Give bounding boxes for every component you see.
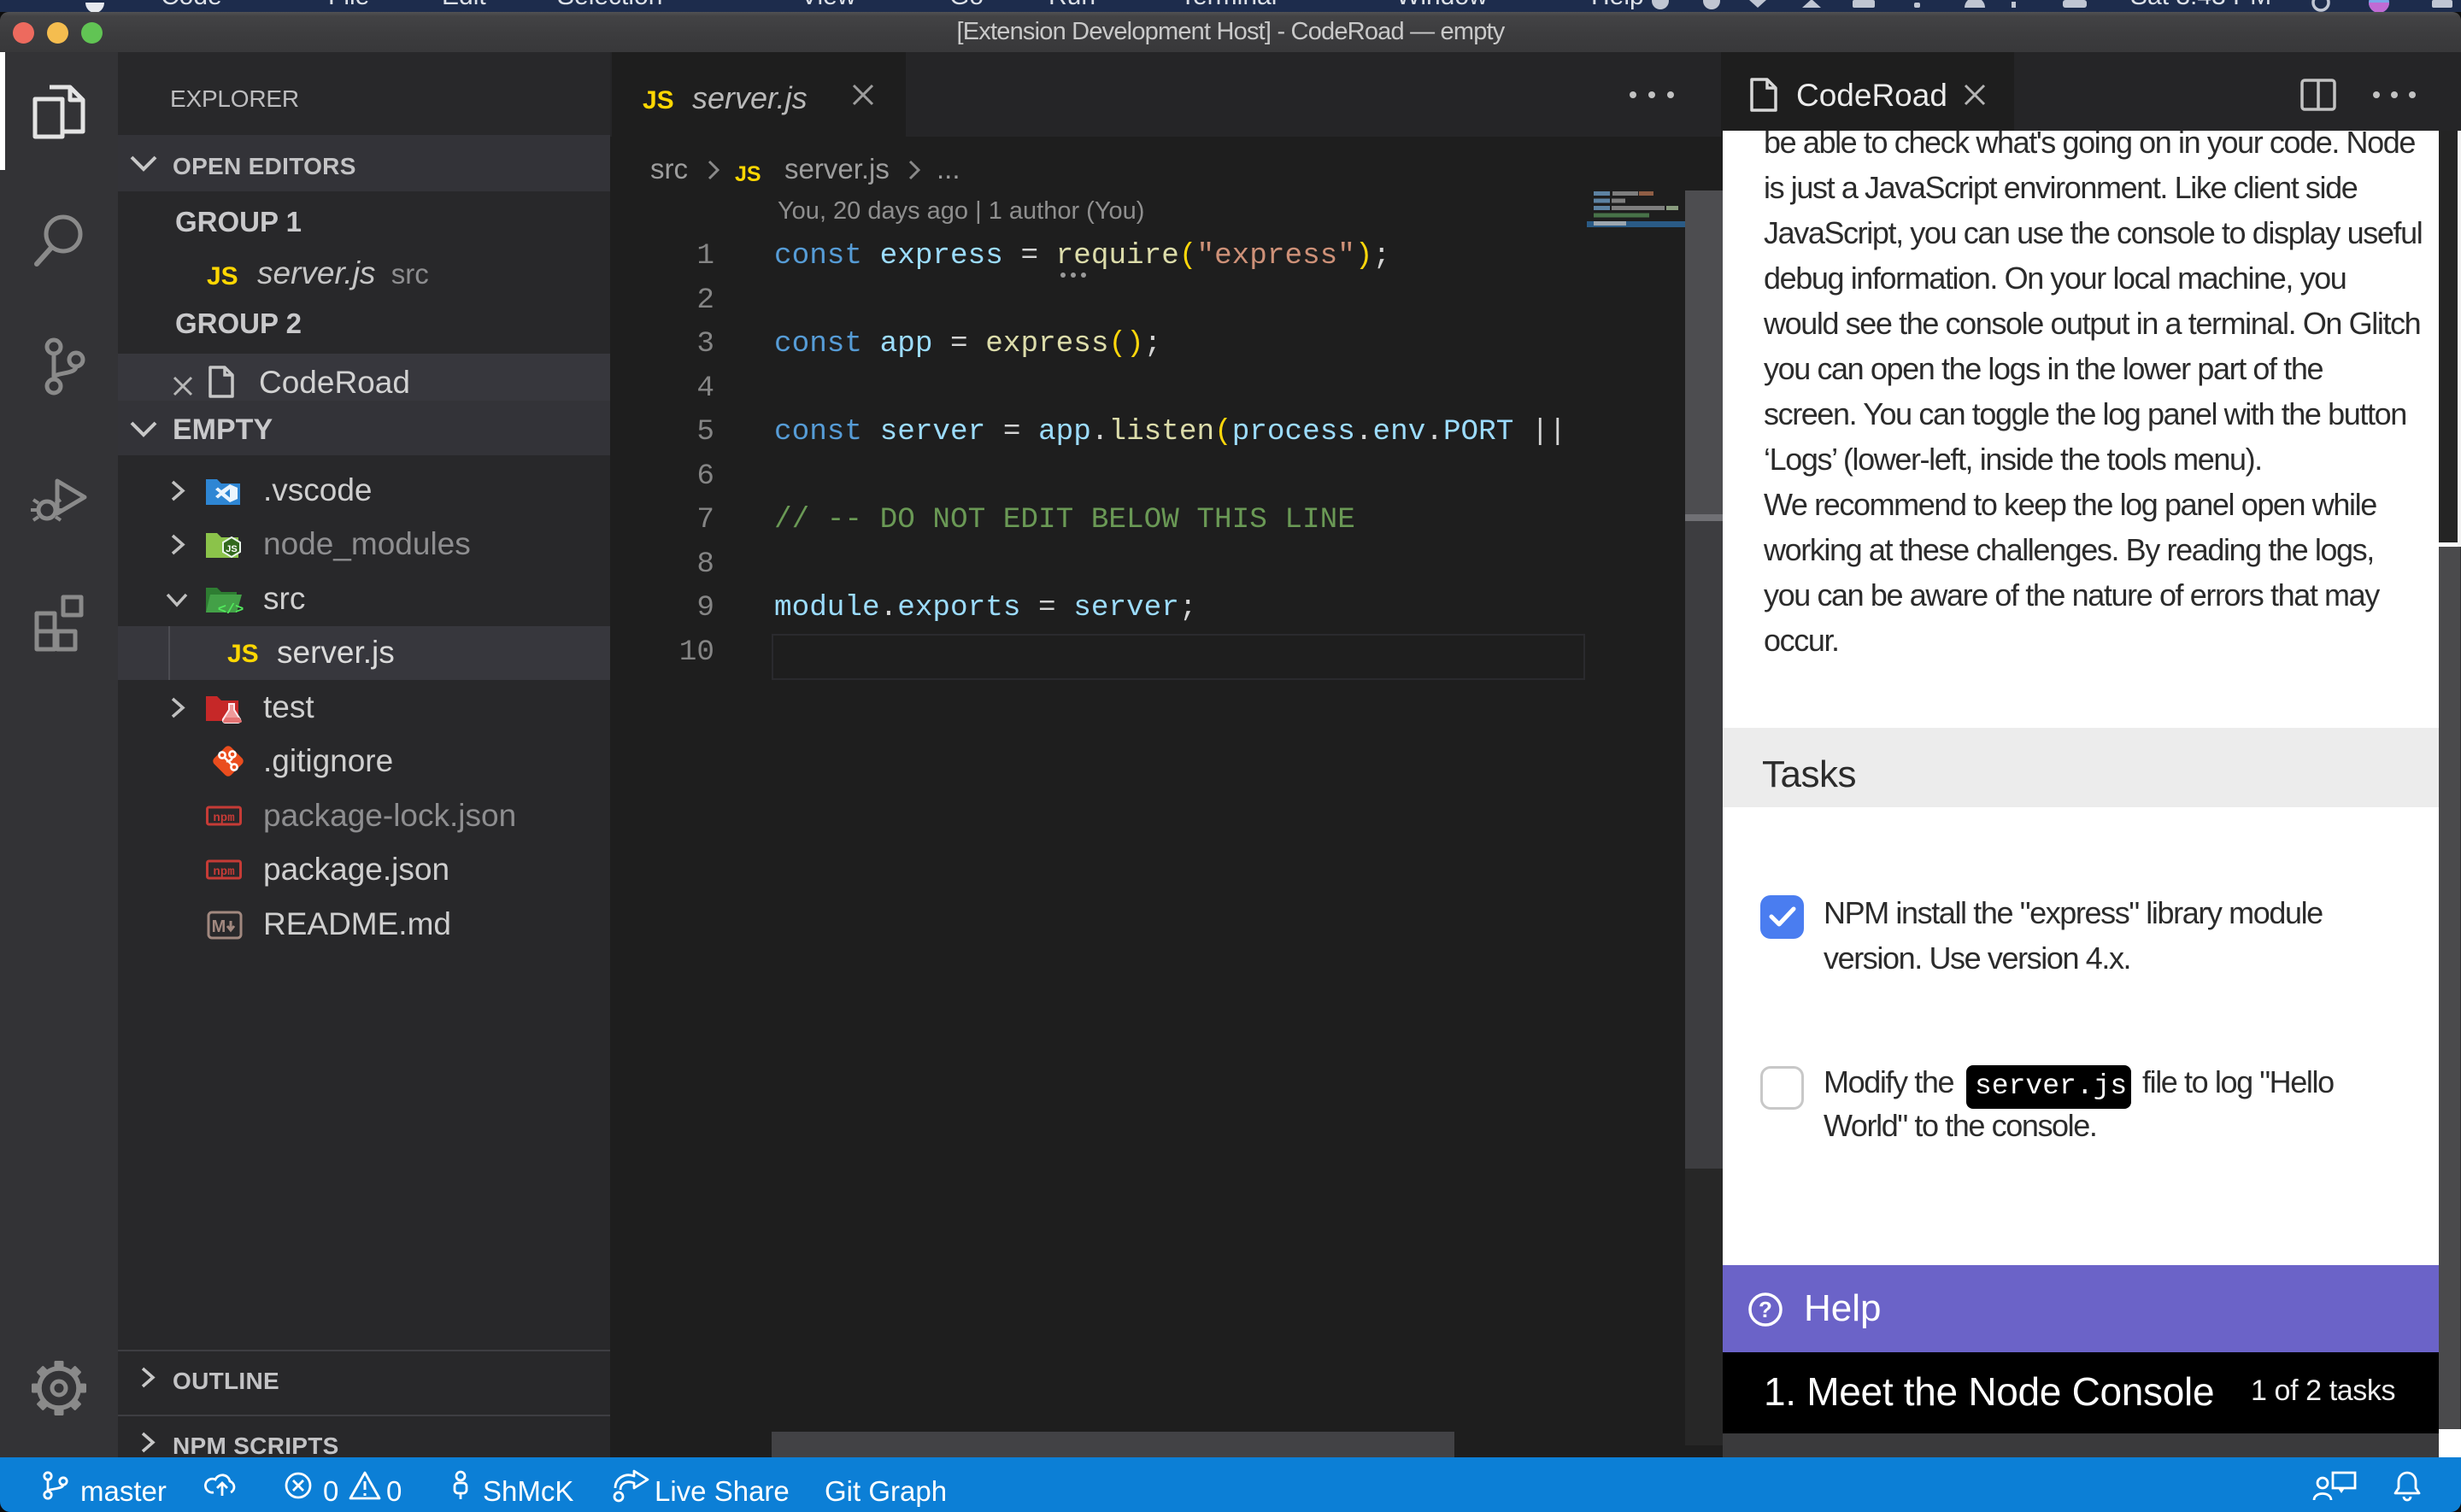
svg-text:npm: npm xyxy=(213,812,234,825)
svg-text:</>: </> xyxy=(218,602,244,618)
svg-text:JS: JS xyxy=(226,544,237,554)
svg-text:?: ? xyxy=(1759,1297,1772,1322)
svg-text:npm: npm xyxy=(213,865,234,879)
svg-text:M: M xyxy=(212,917,226,936)
